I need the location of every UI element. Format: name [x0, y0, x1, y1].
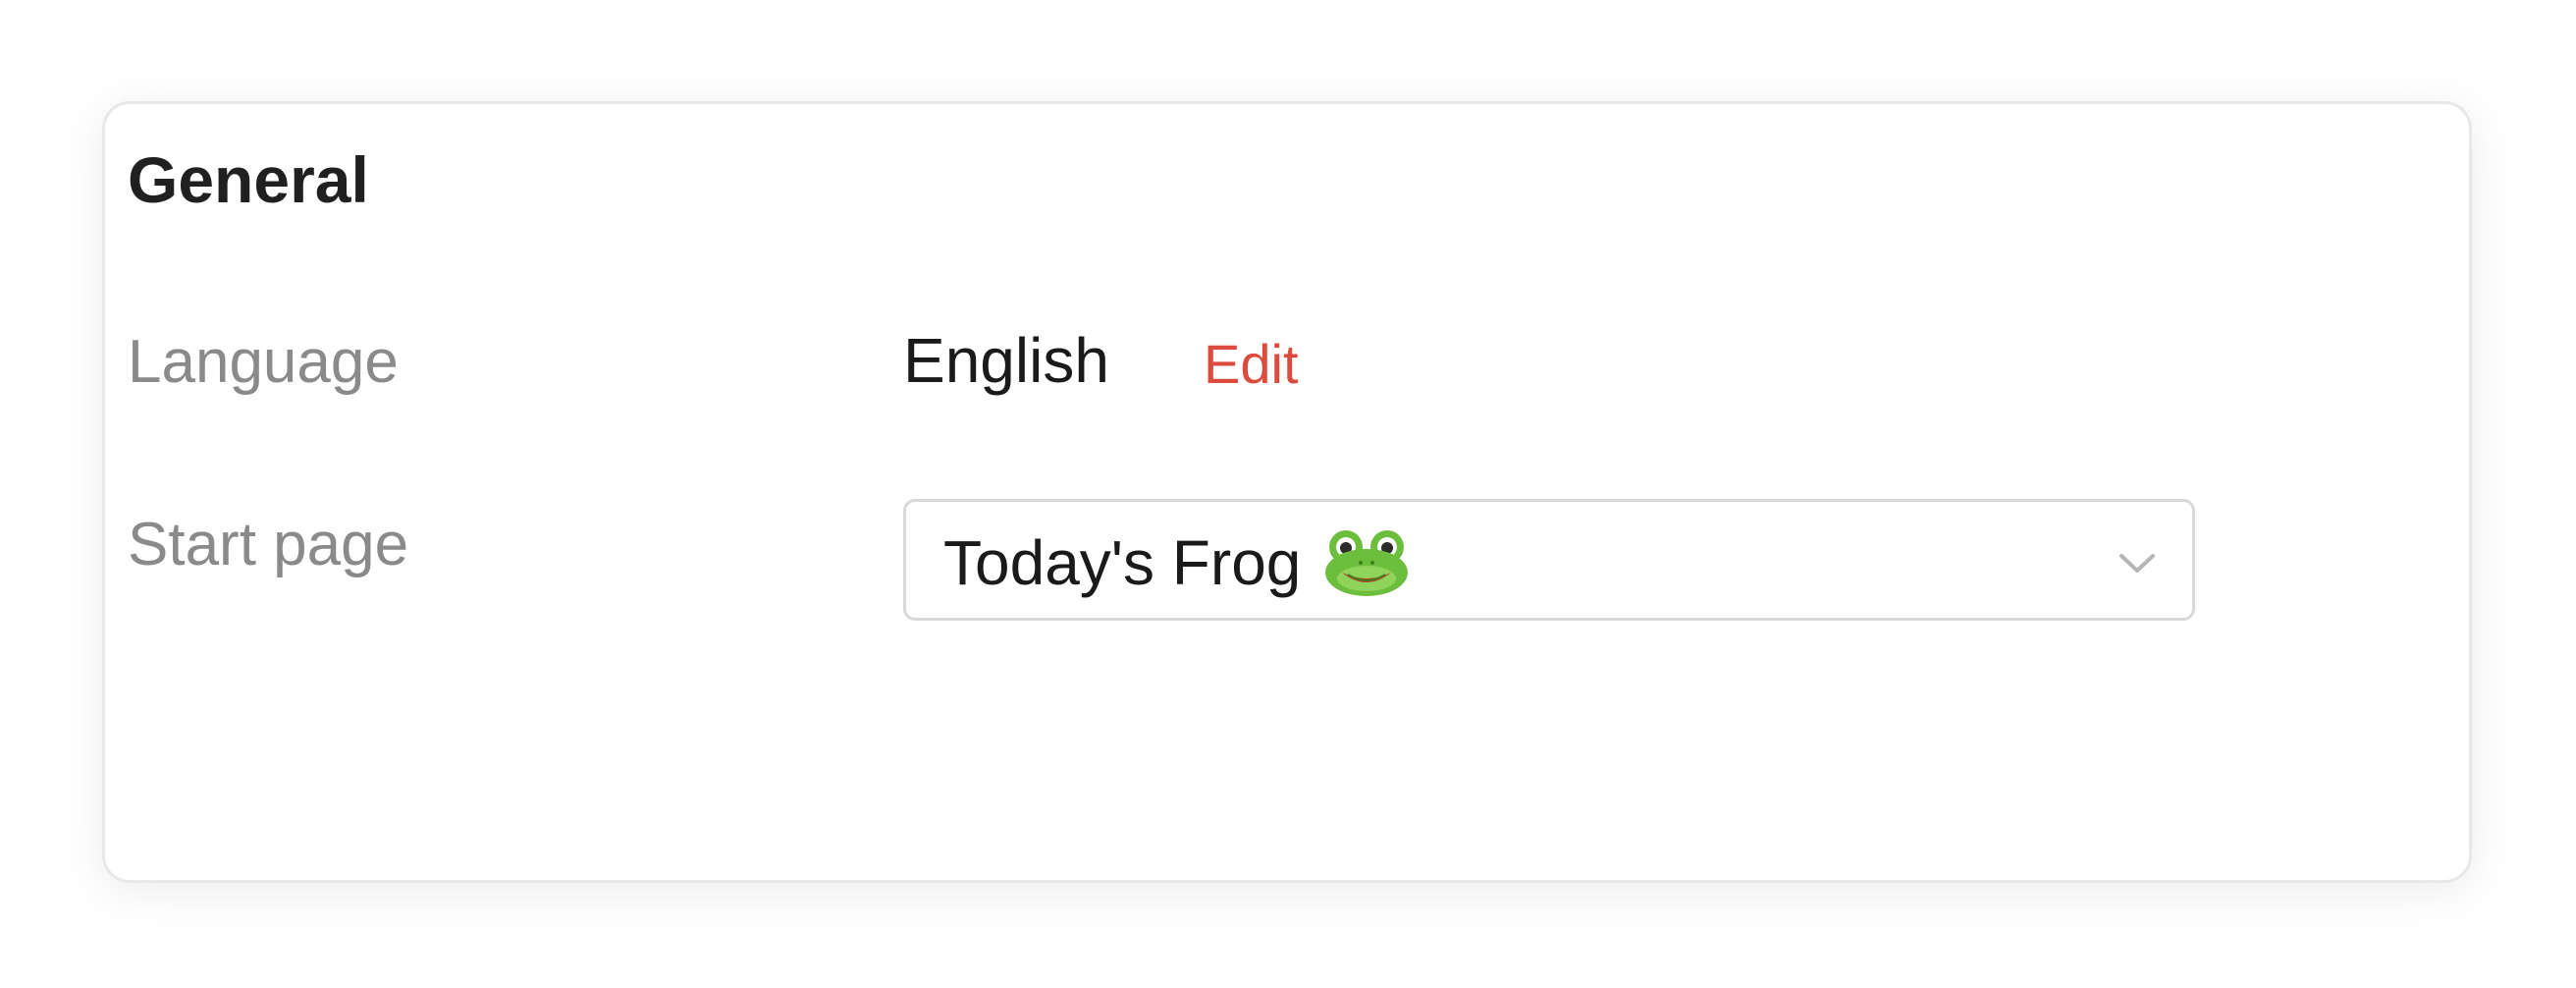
- edit-language-button[interactable]: Edit: [1204, 337, 1299, 392]
- settings-card: [102, 101, 2472, 883]
- start-page-select-value: Today's Frog: [943, 527, 1411, 598]
- start-page-select[interactable]: Today's Frog: [903, 499, 2195, 621]
- language-value: English: [903, 325, 1109, 396]
- start-page-label: Start page: [128, 511, 409, 578]
- frog-icon: [1325, 530, 1409, 596]
- section-title-general: General: [128, 143, 369, 216]
- language-label: Language: [128, 328, 399, 396]
- start-page-selected-text: Today's Frog: [943, 527, 1302, 598]
- chevron-down-icon: [2120, 554, 2155, 573]
